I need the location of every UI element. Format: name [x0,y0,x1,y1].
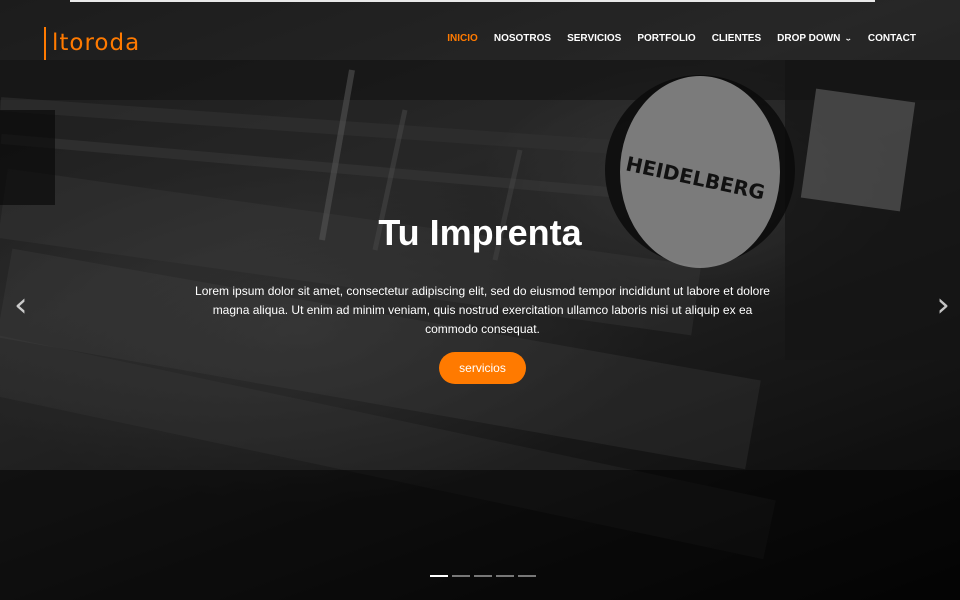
chevron-left-icon[interactable]: ‹ [14,288,28,322]
nav-item-nosotros[interactable]: NOSOTROS [494,33,551,44]
servicios-button[interactable]: servicios [439,352,526,384]
site-header: ltoroda INICIO NOSOTROS SERVICIOS PORTFO… [0,0,960,80]
hero-slider: HEIDELBERG ltoroda INICIO NOSOTROS SERVI… [0,0,960,600]
hero-title: Tu Imprenta [378,212,582,253]
chevron-down-icon: ⌄ [844,34,852,42]
nav-item-label: NOSOTROS [493,33,552,44]
nav-item-contact[interactable]: CONTACT [868,33,916,44]
logo-bar [44,26,46,60]
hero-description: Lorem ipsum dolor sit amet, consectetur … [195,284,770,336]
main-nav: INICIO NOSOTROS SERVICIOS PORTFOLIO CLIE… [431,33,916,44]
slider-pagination [430,575,540,577]
nav-item-label: DROP DOWN [777,33,841,44]
chevron-right-icon[interactable]: › [936,288,950,322]
nav-item-label: CONTACT [867,33,916,44]
logo-text: ltoroda [52,30,141,56]
nav-item-drop-down[interactable]: DROP DOWN ⌄ [777,33,852,44]
slide-dot-3[interactable] [474,575,492,577]
slide-dot-5[interactable] [518,575,536,577]
nav-item-portfolio[interactable]: PORTFOLIO [637,33,695,44]
nav-item-label: INICIO [447,33,478,44]
slide-dot-1[interactable] [430,575,448,577]
nav-item-servicios[interactable]: SERVICIOS [567,33,621,44]
slide-dot-2[interactable] [452,575,470,577]
nav-item-label: CLIENTES [711,33,762,44]
nav-item-clientes[interactable]: CLIENTES [712,33,761,44]
nav-item-label: SERVICIOS [567,33,622,44]
nav-item-label: PORTFOLIO [637,33,696,44]
logo[interactable]: ltoroda [44,26,140,60]
nav-item-inicio[interactable]: INICIO [447,33,478,44]
slide-dot-4[interactable] [496,575,514,577]
